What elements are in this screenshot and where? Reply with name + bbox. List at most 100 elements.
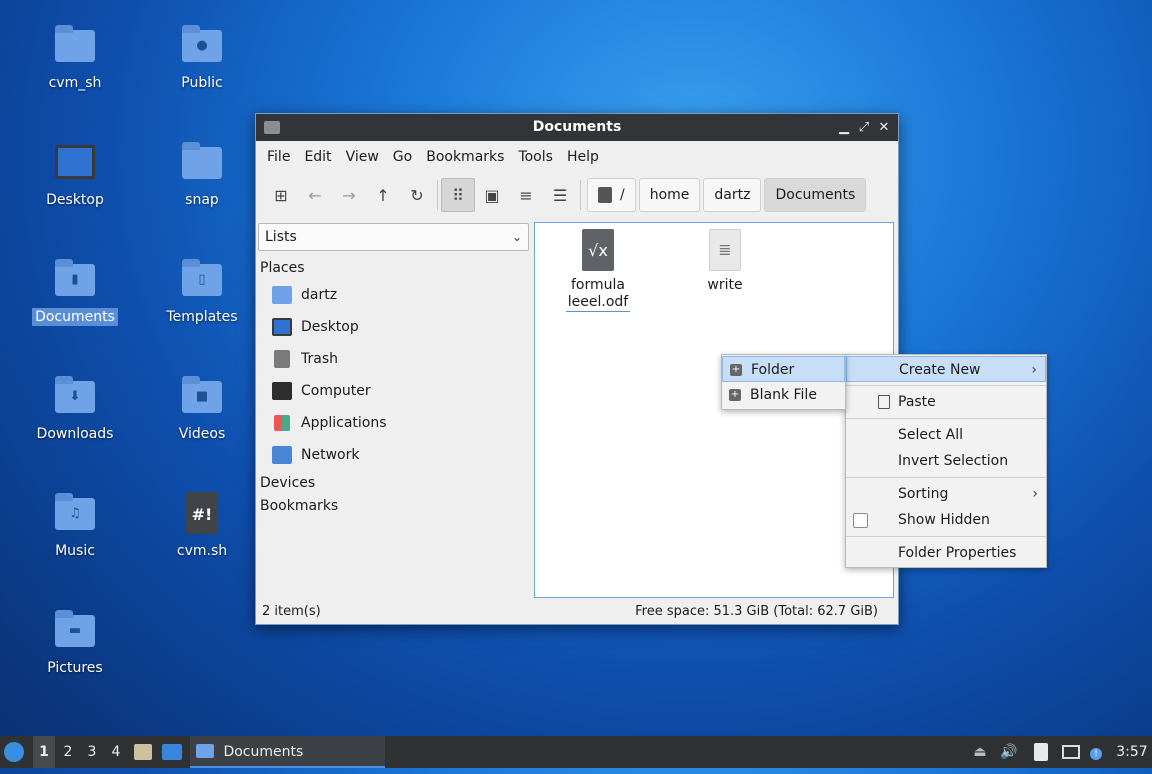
desktop-icon-cvm_sh[interactable]: cvm_sh: [20, 24, 130, 92]
icon-view-icon[interactable]: ⠿: [441, 178, 475, 212]
pictures-folder-icon: ▬: [53, 609, 97, 653]
desktop-icon-snap[interactable]: snap: [147, 141, 257, 209]
bookmarks-header[interactable]: Bookmarks: [260, 498, 338, 514]
menu-item-folder-properties[interactable]: Folder Properties: [846, 540, 1046, 566]
file-view[interactable]: √x formula leeel.odf ≣ write: [534, 222, 894, 598]
path-documents-button[interactable]: Documents: [764, 178, 867, 212]
menu-go[interactable]: Go: [386, 149, 419, 165]
new-file-icon: +: [729, 389, 741, 401]
sidebar-item-desktop[interactable]: Desktop: [272, 313, 359, 341]
menu-edit[interactable]: Edit: [297, 149, 338, 165]
menu-item-invert-selection[interactable]: Invert Selection: [846, 448, 1046, 474]
file-item-write[interactable]: ≣ write: [680, 229, 770, 294]
side-pane-mode-select[interactable]: Lists ⌄: [258, 223, 529, 251]
menu-separator: [846, 418, 1046, 419]
menu-help[interactable]: Help: [560, 149, 606, 165]
desktop-icon-documents[interactable]: ▮ Documents: [20, 258, 130, 326]
devices-header[interactable]: Devices: [260, 475, 315, 491]
menu-bar: File Edit View Go Bookmarks Tools Help: [256, 141, 898, 173]
file-manager-launcher-icon[interactable]: [134, 736, 156, 768]
menu-item-select-all[interactable]: Select All: [846, 422, 1046, 448]
network-icon[interactable]: [1062, 736, 1084, 768]
thumbnail-view-icon[interactable]: ▣: [475, 178, 509, 212]
new-tab-icon[interactable]: ⊞: [264, 178, 298, 212]
window-title: Documents: [532, 119, 622, 135]
up-arrow-icon[interactable]: ↑: [366, 178, 400, 212]
checkbox-icon[interactable]: [853, 513, 868, 528]
menu-item-label: Show Hidden: [898, 512, 990, 528]
menu-view[interactable]: View: [339, 149, 386, 165]
sidebar-item-dartz[interactable]: dartz: [272, 281, 337, 309]
desktop-icon-label: snap: [185, 192, 219, 208]
start-menu-icon[interactable]: [4, 736, 28, 768]
workspace-3[interactable]: 3: [81, 736, 103, 768]
file-name-line2: leeel.odf: [565, 294, 631, 312]
menu-item-show-hidden[interactable]: Show Hidden: [846, 507, 1046, 533]
compact-view-icon[interactable]: ≡: [509, 178, 543, 212]
path-root-button[interactable]: /: [587, 178, 636, 212]
desktop-icon-label: Templates: [166, 309, 238, 325]
window-titlebar[interactable]: Documents ▁ ⤢ ✕: [256, 114, 898, 141]
menu-item-sorting[interactable]: Sorting ›: [846, 481, 1046, 507]
minimize-icon[interactable]: ▁: [834, 114, 854, 141]
drive-icon: [598, 187, 612, 203]
desktop-icon: [53, 141, 97, 185]
task-documents[interactable]: Documents: [190, 736, 385, 768]
menu-item-label: Folder Properties: [898, 545, 1017, 561]
workspace-1[interactable]: 1: [33, 736, 55, 768]
desktop-icon-public[interactable]: ● Public: [147, 24, 257, 92]
desktop-icon-templates[interactable]: ▯ Templates: [147, 258, 257, 326]
forward-arrow-icon[interactable]: →: [332, 178, 366, 212]
reload-icon[interactable]: ↻: [400, 178, 434, 212]
detailed-list-view-icon[interactable]: ☰: [543, 178, 577, 212]
sidebar-item-computer[interactable]: Computer: [272, 377, 371, 405]
chevron-right-icon: ›: [1031, 362, 1037, 378]
eject-icon[interactable]: ⏏: [970, 736, 990, 768]
volume-icon[interactable]: 🔊: [998, 736, 1020, 768]
menu-tools[interactable]: Tools: [511, 149, 560, 165]
menu-separator: [846, 477, 1046, 478]
menu-item-paste[interactable]: Paste: [846, 389, 1046, 415]
desktop-icon-videos[interactable]: ■ Videos: [147, 375, 257, 443]
clock[interactable]: 3:57: [1116, 736, 1148, 768]
path-segment-label: /: [620, 187, 625, 203]
toolbar: ⊞ ← → ↑ ↻ ⠿ ▣ ≡ ☰ / home dartz Documents: [256, 173, 898, 217]
menu-bookmarks[interactable]: Bookmarks: [419, 149, 511, 165]
notification-icon[interactable]: !: [1090, 736, 1110, 768]
menu-item-create-new[interactable]: Create New ›: [846, 356, 1046, 382]
menu-item-label: Folder: [751, 362, 795, 378]
sidebar-item-network[interactable]: Network: [272, 441, 359, 469]
clipboard-icon[interactable]: [1034, 736, 1056, 768]
menu-item-label: Paste: [898, 394, 936, 410]
file-item-formula[interactable]: √x formula leeel.odf: [553, 229, 643, 312]
workspace-4[interactable]: 4: [105, 736, 127, 768]
maximize-icon[interactable]: ⤢: [854, 114, 874, 141]
path-home-button[interactable]: home: [638, 178, 701, 212]
folder-icon: [196, 744, 214, 758]
desktop-icon-pictures[interactable]: ▬ Pictures: [20, 609, 130, 677]
sidebar-item-trash[interactable]: Trash: [272, 345, 338, 373]
desktop-icon: [272, 318, 292, 336]
back-arrow-icon[interactable]: ←: [298, 178, 332, 212]
close-icon[interactable]: ✕: [874, 114, 894, 141]
sidebar-item-label: Applications: [301, 415, 387, 431]
menu-file[interactable]: File: [260, 149, 297, 165]
desktop-icon-desktop[interactable]: Desktop: [20, 141, 130, 209]
documents-folder-icon: ▮: [53, 258, 97, 302]
status-bar: 2 item(s) Free space: 51.3 GiB (Total: 6…: [256, 600, 898, 624]
menu-item-label: Select All: [898, 427, 963, 443]
desktop-icon-cvm-sh-file[interactable]: #! cvm.sh: [147, 492, 257, 560]
trash-icon: [274, 350, 290, 368]
show-desktop-icon[interactable]: [162, 736, 184, 768]
sidebar-item-applications[interactable]: Applications: [272, 409, 387, 437]
desktop-icon-downloads[interactable]: ⬇ Downloads: [20, 375, 130, 443]
clipboard-icon: [878, 395, 890, 409]
home-folder-icon: [272, 286, 292, 304]
path-dartz-button[interactable]: dartz: [703, 178, 762, 212]
submenu-item-blank-file[interactable]: + Blank File: [722, 382, 845, 408]
workspace-2[interactable]: 2: [57, 736, 79, 768]
desktop-icon-music[interactable]: ♫ Music: [20, 492, 130, 560]
computer-icon: [272, 382, 292, 400]
status-item-count: 2 item(s): [262, 604, 321, 619]
submenu-item-folder[interactable]: + Folder: [722, 356, 845, 382]
